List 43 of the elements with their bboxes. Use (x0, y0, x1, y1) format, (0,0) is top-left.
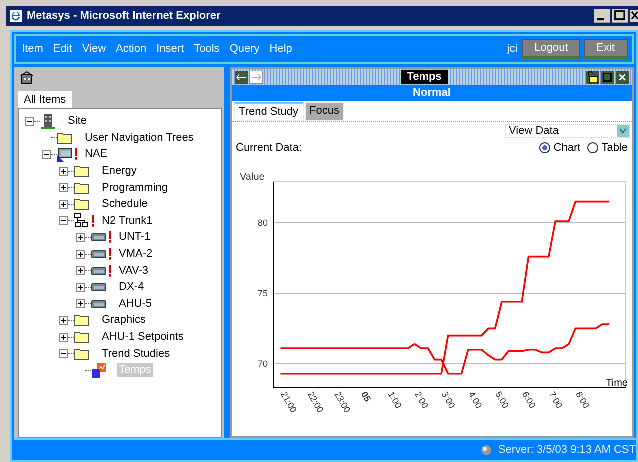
y-tick-label: 75 (258, 288, 268, 298)
menu-item[interactable]: Tools (194, 43, 220, 55)
header-button[interactable]: Logout (522, 39, 580, 59)
menu-item[interactable]: Insert (156, 43, 184, 55)
server-time: Server: 3/5/03 9:13 AM CST (498, 444, 636, 456)
menu-item[interactable]: Query (230, 43, 260, 55)
menu-item[interactable]: Help (270, 43, 292, 55)
tree-item[interactable]: Programming (100, 180, 170, 195)
tree-item[interactable]: Schedule (100, 197, 150, 212)
navigation-tab[interactable]: All Items (18, 91, 72, 108)
tree-item[interactable]: N2 Trunk1 (100, 214, 155, 228)
menu-item[interactable]: Edit (53, 43, 72, 55)
panel-title: Temps (401, 70, 448, 84)
user-name: jci (507, 43, 518, 55)
tree-item[interactable]: Trend Studies (100, 346, 172, 361)
current-data-label: Current Data: (236, 142, 302, 154)
status-banner: Normal (232, 85, 632, 101)
tree-item[interactable]: Energy (100, 164, 139, 178)
x-tick-label: 05 (359, 390, 374, 404)
menu-item[interactable]: View (82, 43, 106, 55)
tree-item[interactable]: NAE (83, 147, 110, 162)
panel-tab[interactable]: Focus (304, 102, 344, 121)
tree-item[interactable]: Graphics (100, 313, 148, 328)
tree-item[interactable]: VMA-2 (117, 247, 155, 262)
y-axis-title: Value (240, 172, 265, 183)
tree-item[interactable]: AHU-1 Setpoints (100, 330, 186, 344)
menu-item[interactable]: Item (22, 43, 44, 55)
tree-item[interactable]: AHU-5 (117, 296, 154, 311)
tree-item[interactable]: Site (66, 114, 89, 128)
x-axis-title: Time (606, 378, 628, 389)
tree-item[interactable]: VAV-3 (117, 264, 151, 278)
panel-tab[interactable]: Trend Study (234, 102, 304, 121)
y-tick-label: 80 (258, 218, 268, 228)
tree-item[interactable]: DX-4 (117, 280, 146, 294)
view-mode-radio[interactable]: Chart (538, 142, 581, 154)
menu-item[interactable]: Action (116, 43, 147, 55)
tree-item[interactable]: UNT-1 (117, 230, 153, 244)
y-tick-label: 70 (258, 359, 268, 370)
window-title: Metasys - Microsoft Internet Explorer (27, 10, 221, 22)
view-mode-radio[interactable]: Table (586, 142, 628, 154)
view-dropdown[interactable]: View Data (505, 124, 630, 138)
tree-item[interactable]: User Navigation Trees (83, 130, 196, 145)
header-button[interactable]: Exit (584, 39, 628, 59)
